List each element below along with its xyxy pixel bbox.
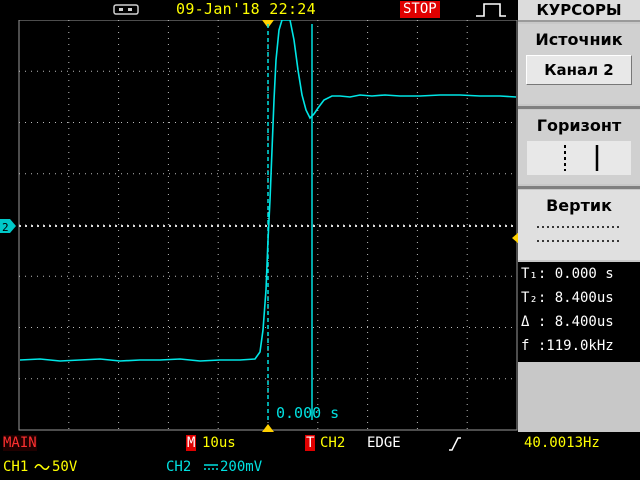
rising-pulse-icon — [476, 3, 506, 17]
rising-edge-icon — [449, 437, 461, 451]
readout-delta: Δ : 8.400us — [521, 314, 614, 330]
menu-item-horizontal-label: Горизонт — [536, 116, 622, 135]
ac-coupling-icon — [34, 464, 50, 470]
menu-divider — [518, 186, 640, 189]
horizontal-cursors-icon — [527, 141, 631, 175]
status-bar-timebase: MAIN M 10us T CH2 EDGE 40.0013Hz — [0, 432, 640, 456]
run-stop-status[interactable]: STOP — [400, 1, 440, 18]
trigger-prefix: T — [305, 435, 316, 451]
status-bar-channels: CH1 50V CH2 200mV — [0, 456, 640, 480]
ch2-ground-marker-label: 2 — [2, 221, 9, 234]
menu-item-horizontal[interactable]: Горизонт — [518, 110, 640, 184]
top-status-bar: 09-Jan'18 22:24 STOP — [0, 0, 518, 20]
readout-t1: T₁: 0.000 s — [521, 266, 614, 282]
readout-frequency: f :119.0kHz — [521, 338, 614, 354]
cursor-t1-time: 0.000 s — [276, 404, 340, 422]
ch1-label[interactable]: CH1 — [3, 459, 28, 475]
trigger-source[interactable]: CH2 — [320, 435, 345, 451]
date-time: 09-Jan'18 22:24 — [176, 0, 316, 18]
menu-item-source-value: Канал 2 — [526, 55, 632, 85]
ch2-scale[interactable]: 200mV — [220, 459, 262, 475]
readout-t2: T₂: 8.400us — [521, 290, 614, 306]
menu-item-source[interactable]: Источник Канал 2 — [518, 24, 640, 104]
menu-item-source-label: Источник — [535, 30, 623, 49]
cursor-readouts: T₁: 0.000 s T₂: 8.400us Δ : 8.400us f :1… — [518, 262, 640, 362]
vertical-cursors-icon — [537, 226, 621, 242]
timebase-value[interactable]: 10us — [202, 435, 236, 451]
main-label: MAIN — [3, 435, 37, 451]
menu-item-vertical-label: Вертик — [546, 196, 612, 215]
cursor-menu: КУРСОРЫ Источник Канал 2 Горизонт Вертик — [518, 0, 640, 432]
trigger-frequency: 40.0013Hz — [524, 435, 600, 451]
timebase-prefix: M — [186, 435, 197, 451]
menu-divider — [518, 106, 640, 109]
ch1-scale[interactable]: 50V — [52, 459, 77, 475]
dc-coupling-icon — [204, 464, 218, 470]
ch2-label[interactable]: CH2 — [166, 459, 191, 475]
trigger-mode[interactable]: EDGE — [367, 435, 401, 451]
menu-item-vertical[interactable]: Вертик — [518, 190, 640, 260]
menu-title: КУРСОРЫ — [518, 0, 640, 22]
usb-icon — [113, 4, 139, 15]
